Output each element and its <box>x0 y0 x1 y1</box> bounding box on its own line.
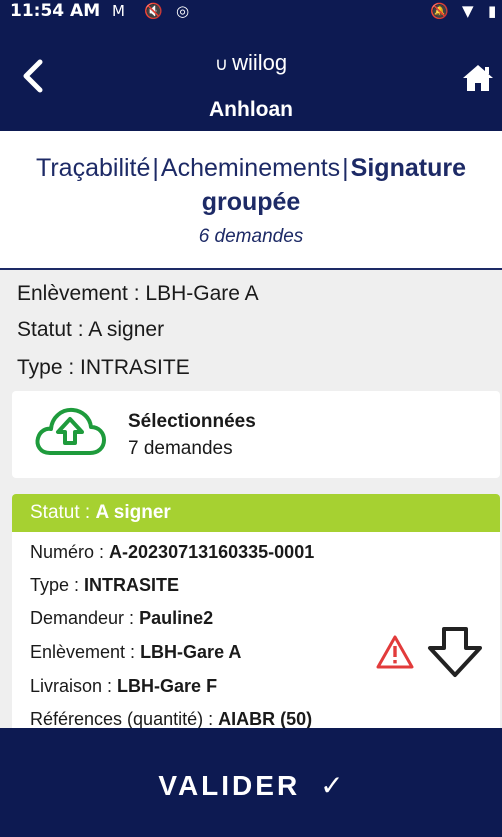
request-status-value: A signer <box>95 502 171 523</box>
request-card[interactable]: Statut : A signer Numéro : A-20230713160… <box>12 494 500 734</box>
mute-icon: 🔇 <box>144 2 163 20</box>
request-status-label: Statut : <box>30 502 96 523</box>
app-header: ∪ wiilog Anhloan <box>0 24 502 131</box>
breadcrumb-acheminements[interactable]: Acheminements <box>161 154 340 182</box>
gmail-icon: M <box>112 2 125 20</box>
request-livraison-row: Livraison : LBH-Gare F <box>30 676 218 696</box>
request-count: 6 demandes <box>198 226 304 247</box>
home-icon[interactable] <box>462 64 494 92</box>
pickup-info: Enlèvement : LBH-Gare A <box>17 282 259 305</box>
cloud-upload-icon <box>35 407 106 455</box>
breadcrumb-trail: Traçabilité|Acheminements|Signature grou… <box>0 151 502 219</box>
breadcrumb-tracabilite[interactable]: Traçabilité <box>36 154 150 182</box>
request-status-header: Statut : A signer <box>12 494 500 532</box>
request-enlevement-row: Enlèvement : LBH-Gare A <box>30 642 242 662</box>
selection-card[interactable]: Sélectionnées 7 demandes <box>12 391 500 478</box>
breadcrumb: Traçabilité|Acheminements|Signature grou… <box>0 131 502 270</box>
wiilog-logo: ∪ wiilog <box>0 50 502 76</box>
request-demandeur-row: Demandeur : Pauline2 <box>30 608 214 628</box>
request-references: AIABR (50) <box>218 709 313 729</box>
request-references-row: Références (quantité) : AIABR (50) <box>30 709 313 729</box>
status-bar: 11:54 AM M 🔇 ◎ 🔕 ▼ ▮ <box>0 0 502 24</box>
request-livraison: LBH-Gare F <box>117 676 218 696</box>
battery-icon: ▮ <box>488 2 497 20</box>
warning-icon[interactable] <box>376 634 414 670</box>
selection-title: Sélectionnées <box>128 411 256 432</box>
validate-button[interactable]: VALIDER ✓ <box>0 728 502 837</box>
notifications-off-icon: 🔕 <box>430 2 449 20</box>
breadcrumb-separator: | <box>342 154 349 182</box>
status-info: Statut : A signer <box>17 318 165 341</box>
wiilog-logo-icon: ∪ <box>214 54 229 74</box>
logo-text: wiilog <box>232 50 288 75</box>
request-numero: A-20230713160335-0001 <box>109 542 315 562</box>
request-type: INTRASITE <box>84 575 180 595</box>
check-icon: ✓ <box>320 770 344 801</box>
breadcrumb-separator: | <box>152 154 159 182</box>
page-title: Anhloan <box>209 98 293 121</box>
expand-down-arrow-icon[interactable] <box>426 626 484 678</box>
location-icon: ◎ <box>176 2 190 20</box>
request-demandeur: Pauline2 <box>139 608 214 628</box>
request-type-row: Type : INTRASITE <box>30 575 180 595</box>
selection-count: 7 demandes <box>128 438 233 459</box>
request-enlevement: LBH-Gare A <box>140 642 242 662</box>
type-info: Type : INTRASITE <box>17 356 190 379</box>
request-numero-row: Numéro : A-20230713160335-0001 <box>30 542 315 562</box>
validate-label: VALIDER <box>158 770 301 801</box>
status-time: 11:54 AM <box>10 1 101 21</box>
wifi-icon: ▼ <box>462 2 474 20</box>
